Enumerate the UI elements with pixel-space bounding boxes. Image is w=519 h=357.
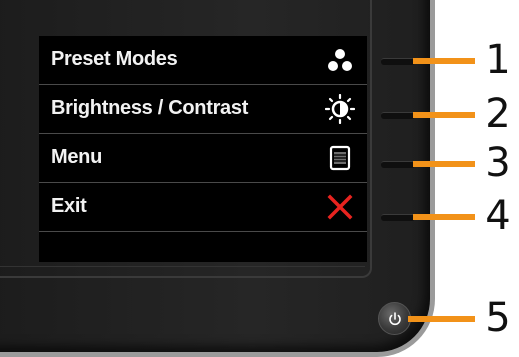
- hardware-button-4[interactable]: [381, 214, 415, 221]
- osd-item-label: Preset Modes: [51, 48, 178, 70]
- callout-line-4: [413, 214, 475, 220]
- callout-number-5: 5: [485, 295, 511, 341]
- callout-number-4: 4: [485, 193, 511, 239]
- preset-modes-icon: [328, 49, 352, 71]
- hardware-button-3[interactable]: [381, 161, 415, 168]
- callout-number-2: 2: [485, 91, 511, 137]
- osd-item-menu[interactable]: Menu: [39, 134, 367, 183]
- osd-item-preset-modes[interactable]: Preset Modes: [39, 36, 367, 85]
- callout-line-2: [413, 112, 475, 118]
- callout-line-5: [408, 316, 475, 322]
- brightness-contrast-icon: [325, 94, 355, 124]
- osd-item-label: Menu: [51, 146, 103, 168]
- osd-menu: Preset Modes Brightness / Contrast Menu: [39, 36, 367, 262]
- callout-line-1: [413, 58, 475, 64]
- close-icon: [327, 194, 353, 220]
- osd-item-brightness-contrast[interactable]: Brightness / Contrast: [39, 85, 367, 134]
- callout-number-3: 3: [485, 140, 511, 186]
- osd-item-label: Exit: [51, 195, 87, 217]
- callout-line-3: [413, 161, 475, 167]
- callout-number-1: 1: [485, 37, 511, 83]
- hardware-button-1[interactable]: [381, 58, 415, 65]
- menu-icon: [329, 145, 351, 171]
- hardware-button-2[interactable]: [381, 112, 415, 119]
- power-icon: [389, 312, 401, 325]
- osd-item-label: Brightness / Contrast: [51, 97, 249, 119]
- bezel-divider: [0, 266, 365, 267]
- power-button[interactable]: [378, 302, 411, 335]
- osd-item-exit[interactable]: Exit: [39, 183, 367, 232]
